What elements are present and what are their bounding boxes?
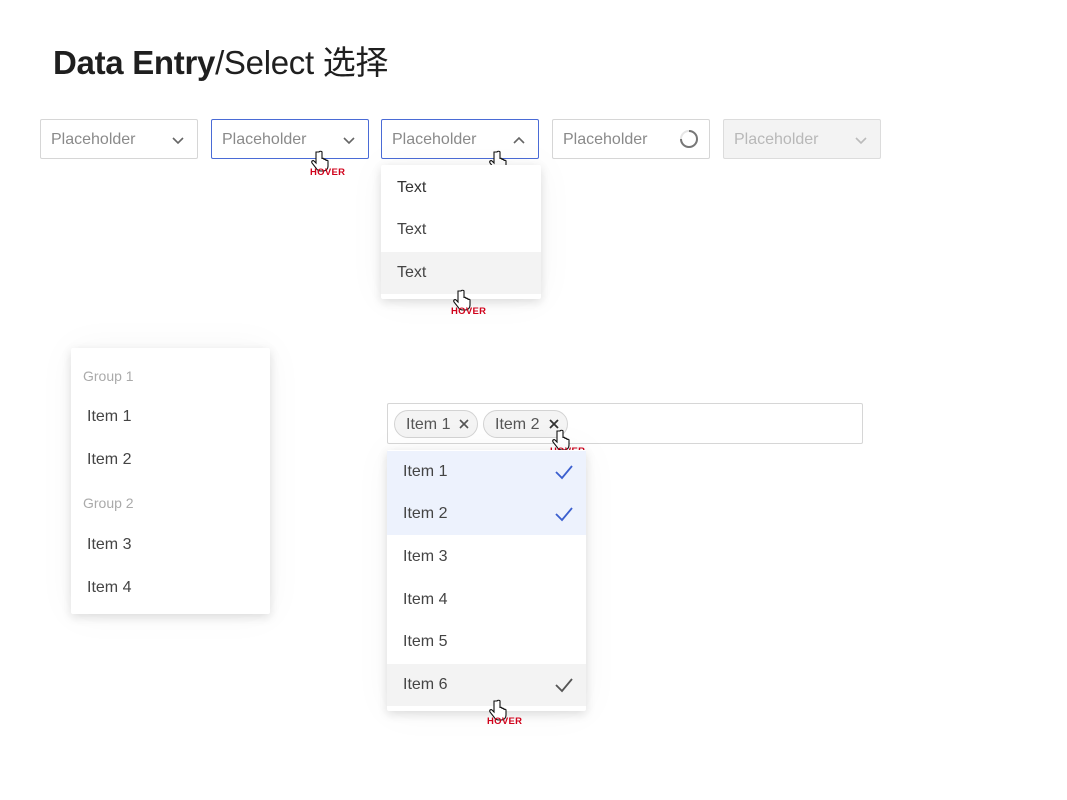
group-label: Group 1 (83, 368, 134, 384)
chevron-down-icon (343, 137, 355, 145)
grouped-menu-item[interactable]: Item 2 (71, 439, 270, 481)
dropdown-option[interactable]: Text (381, 167, 541, 209)
tag-label: Item 1 (406, 416, 451, 433)
option-label: Item 1 (403, 463, 448, 480)
grouped-menu: Group 1 Item 1 Item 2 Group 2 Item 3 Ite… (71, 348, 270, 614)
tag-label: Item 2 (495, 416, 540, 433)
chevron-down-icon (172, 137, 184, 145)
grouped-menu-item-label: Item 3 (87, 536, 132, 553)
close-icon[interactable] (549, 419, 559, 429)
hover-label: HOVER (310, 167, 346, 178)
grouped-menu-item[interactable]: Item 4 (71, 567, 270, 609)
option-label: Item 2 (403, 505, 448, 522)
check-icon (555, 507, 573, 522)
dropdown-option[interactable]: Text (381, 209, 541, 251)
multi-select-dropdown: Item 1 Item 2 Item 3 Item 4 Item 5 Item … (387, 450, 586, 711)
multi-option-selected[interactable]: Item 1 (387, 451, 586, 493)
select-placeholder: Placeholder (392, 131, 477, 148)
dropdown-option-label: Text (397, 264, 427, 281)
option-label: Item 4 (403, 591, 448, 608)
loading-spinner-icon (680, 130, 698, 148)
select-placeholder: Placeholder (222, 131, 307, 148)
page-title-light: /Select 选择 (215, 44, 389, 81)
multi-option[interactable]: Item 4 (387, 579, 586, 621)
select-loading[interactable]: Placeholder (552, 119, 710, 159)
option-label: Item 6 (403, 676, 448, 693)
hover-label: HOVER (487, 716, 523, 727)
page-title: Data Entry/Select 选择 (53, 36, 388, 84)
chevron-up-icon (513, 136, 525, 144)
option-label: Item 5 (403, 633, 448, 650)
check-icon (555, 678, 573, 693)
select-placeholder: Placeholder (734, 131, 819, 148)
grouped-menu-item[interactable]: Item 1 (71, 396, 270, 438)
selected-tag: Item 1 (394, 410, 478, 438)
select-default[interactable]: Placeholder (40, 119, 198, 159)
select-placeholder: Placeholder (563, 131, 648, 148)
close-icon[interactable] (459, 419, 469, 429)
dropdown-option-label: Text (397, 221, 427, 238)
check-icon (555, 465, 573, 480)
dropdown-option-hover[interactable]: Text (381, 252, 541, 294)
multi-option[interactable]: Item 3 (387, 536, 586, 578)
select-disabled: Placeholder (723, 119, 881, 159)
select-hover[interactable]: Placeholder (211, 119, 369, 159)
select-dropdown-menu: Text Text Text (381, 165, 541, 299)
dropdown-option-label: Text (397, 179, 427, 196)
select-open[interactable]: Placeholder (381, 119, 539, 159)
multi-option-selected[interactable]: Item 2 (387, 493, 586, 535)
hover-label: HOVER (451, 306, 487, 317)
select-placeholder: Placeholder (51, 131, 136, 148)
chevron-down-icon (855, 137, 867, 145)
grouped-menu-item-label: Item 1 (87, 408, 132, 425)
group-label: Group 2 (83, 495, 134, 511)
option-label: Item 3 (403, 548, 448, 565)
grouped-menu-item-label: Item 4 (87, 579, 132, 596)
grouped-menu-item-label: Item 2 (87, 451, 132, 468)
multi-select-input[interactable]: Item 1 Item 2 (387, 403, 863, 444)
multi-option[interactable]: Item 5 (387, 621, 586, 663)
page-title-bold: Data Entry (53, 44, 216, 81)
grouped-menu-item[interactable]: Item 3 (71, 524, 270, 566)
